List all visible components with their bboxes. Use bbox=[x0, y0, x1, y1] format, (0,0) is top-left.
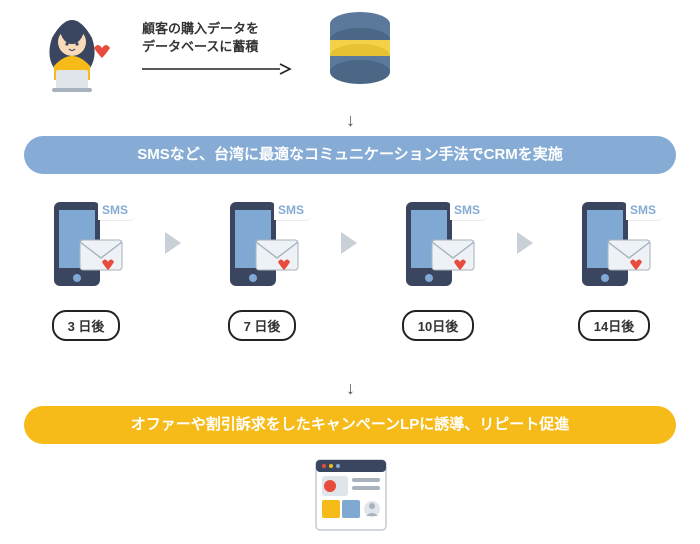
sms-cell-2: SMS 10日後 bbox=[378, 196, 498, 341]
crm-bar: SMSなど、台湾に最適なコミュニケーション手法でCRMを実施 bbox=[24, 136, 676, 174]
day-pill-1: 7 日後 bbox=[228, 310, 297, 341]
phone-sms-icon: SMS bbox=[36, 196, 136, 296]
arrow-down-icon: ↓ bbox=[346, 378, 355, 399]
phone-sms-icon: SMS bbox=[212, 196, 312, 296]
sms-cell-3: SMS 14日後 bbox=[554, 196, 674, 341]
sms-badge: SMS bbox=[274, 200, 310, 220]
sms-cell-0: SMS 3 日後 bbox=[26, 196, 146, 341]
day-pill-0: 3 日後 bbox=[52, 310, 121, 341]
phone-sms-icon: SMS bbox=[564, 196, 664, 296]
top-row: 顧客の購入データを データベースに蓄積 bbox=[30, 12, 670, 112]
chevron-right-icon bbox=[335, 230, 365, 256]
diagram-canvas: 顧客の購入データを データベースに蓄積 ↓ SMSなど、台湾に最適なコミュニケー… bbox=[0, 0, 700, 544]
sms-badge: SMS bbox=[450, 200, 486, 220]
day-pill-3: 14日後 bbox=[578, 310, 650, 341]
arrow-down-icon: ↓ bbox=[346, 110, 355, 131]
sms-badge: SMS bbox=[98, 200, 134, 220]
top-caption: 顧客の購入データを データベースに蓄積 bbox=[142, 20, 259, 56]
sms-badge: SMS bbox=[626, 200, 662, 220]
lp-bar: オファーや割引訴求をしたキャンペーンLPに誘導、リピート促進 bbox=[24, 406, 676, 444]
top-caption-line2: データベースに蓄積 bbox=[142, 38, 259, 56]
sms-cell-1: SMS 7 日後 bbox=[202, 196, 322, 341]
chevron-right-icon bbox=[159, 230, 189, 256]
sms-row: SMS 3 日後 SMS 7 日後 bbox=[26, 196, 674, 366]
day-pill-2: 10日後 bbox=[402, 310, 474, 341]
arrow-right-icon bbox=[142, 62, 292, 76]
phone-sms-icon: SMS bbox=[388, 196, 488, 296]
database-icon bbox=[320, 10, 400, 94]
landing-page-icon bbox=[312, 456, 390, 534]
top-caption-line1: 顧客の購入データを bbox=[142, 20, 259, 38]
chevron-right-icon bbox=[511, 230, 541, 256]
customer-icon bbox=[30, 14, 114, 98]
